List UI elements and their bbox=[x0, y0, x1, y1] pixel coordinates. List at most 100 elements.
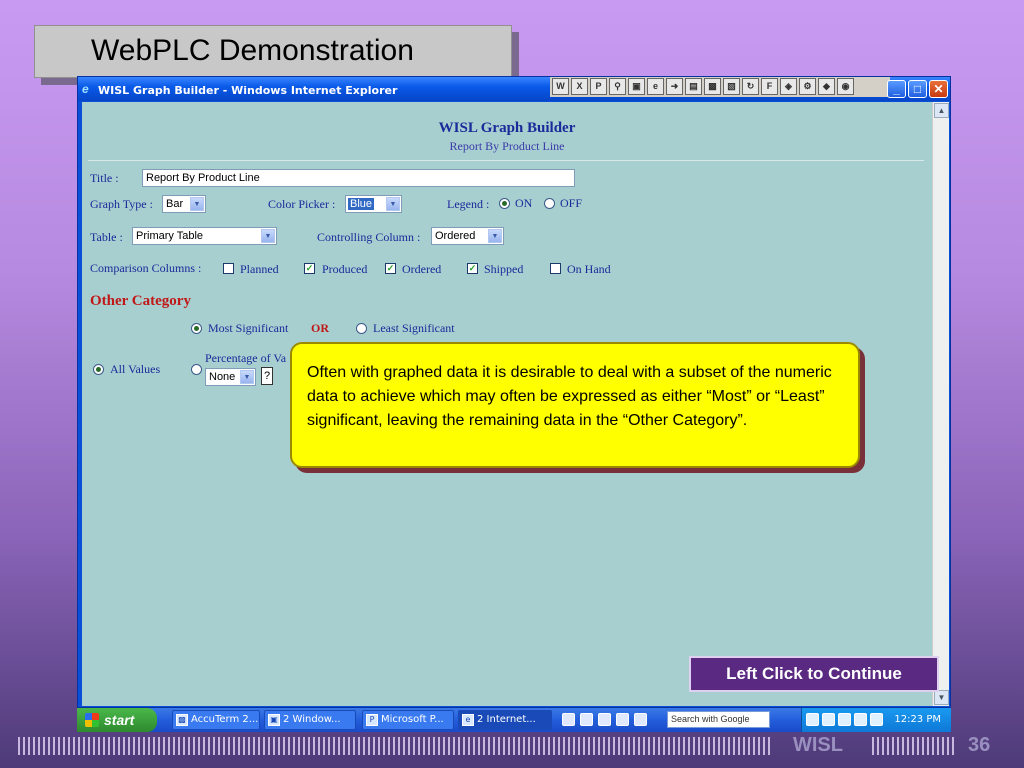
chevron-down-icon: ▼ bbox=[240, 370, 254, 384]
taskbar: start ▩ AccuTerm 2... ▣ 2 Window... P Mi… bbox=[77, 708, 951, 732]
powerpoint-icon[interactable]: P bbox=[590, 78, 607, 95]
help-icon[interactable] bbox=[634, 713, 647, 726]
percentage-radio[interactable] bbox=[191, 364, 202, 375]
app-subheading: Report By Product Line bbox=[449, 139, 565, 153]
color-picker-select[interactable]: Blue ▼ bbox=[345, 195, 402, 213]
title-input[interactable]: Report By Product Line bbox=[142, 169, 575, 187]
table-select[interactable]: Primary Table ▼ bbox=[132, 227, 277, 245]
help-button[interactable]: ? bbox=[261, 367, 273, 385]
ordered-label: Ordered bbox=[402, 262, 442, 276]
taskbar-item-accuterm[interactable]: ▩ AccuTerm 2... bbox=[172, 710, 260, 730]
security-icon[interactable] bbox=[854, 713, 867, 726]
windows-logo-icon bbox=[85, 713, 99, 727]
comparison-columns-label: Comparison Columns : bbox=[90, 261, 202, 275]
network-icon[interactable]: ◈ bbox=[780, 78, 797, 95]
close-button[interactable]: ✕ bbox=[929, 80, 948, 98]
system-tray: 12:23 PM bbox=[801, 708, 951, 732]
footer-decoration-left bbox=[18, 737, 770, 755]
color-picker-value: Blue bbox=[348, 198, 375, 210]
tools-icon[interactable]: ⚙ bbox=[799, 78, 816, 95]
keyboard-icon[interactable] bbox=[580, 713, 593, 726]
planned-checkbox[interactable] bbox=[223, 263, 234, 274]
start-button[interactable]: start bbox=[77, 708, 157, 732]
taskbar-item-label: 2 Internet... bbox=[477, 714, 536, 725]
search-icon[interactable]: ⚲ bbox=[609, 78, 626, 95]
network-icon[interactable] bbox=[838, 713, 851, 726]
vertical-scrollbar[interactable]: ▲ ▼ bbox=[932, 102, 949, 706]
taskbar-item-windows[interactable]: ▣ 2 Window... bbox=[264, 710, 356, 730]
ie-launch-icon[interactable]: e bbox=[647, 78, 664, 95]
percentage-label: Percentage of Va bbox=[205, 351, 287, 365]
produced-label: Produced bbox=[322, 262, 368, 276]
controlling-column-label: Controlling Column : bbox=[317, 230, 421, 244]
vpn-icon[interactable] bbox=[822, 713, 835, 726]
least-significant-label: Least Significant bbox=[373, 321, 455, 335]
on-hand-checkbox[interactable] bbox=[550, 263, 561, 274]
chevron-down-icon: ▼ bbox=[190, 197, 204, 211]
controlling-column-select[interactable]: Ordered ▼ bbox=[431, 227, 504, 245]
lightning-icon[interactable] bbox=[616, 713, 629, 726]
graph-type-select[interactable]: Bar ▼ bbox=[162, 195, 206, 213]
arrow-icon[interactable]: ➜ bbox=[666, 78, 683, 95]
shipped-checkbox[interactable]: ✓ bbox=[467, 263, 478, 274]
ie-icon: e bbox=[462, 714, 474, 726]
chevron-down-icon: ▼ bbox=[261, 229, 275, 243]
word-icon[interactable]: W bbox=[552, 78, 569, 95]
document-icon[interactable]: ▤ bbox=[685, 78, 702, 95]
back-icon[interactable] bbox=[806, 713, 819, 726]
all-values-radio[interactable] bbox=[93, 364, 104, 375]
excel-icon[interactable]: X bbox=[571, 78, 588, 95]
taskbar-item-label: 2 Window... bbox=[283, 714, 341, 725]
slide-title-box: WebPLC Demonstration bbox=[34, 25, 512, 78]
least-significant-radio[interactable] bbox=[356, 323, 367, 334]
legend-off-radio[interactable] bbox=[544, 198, 555, 209]
most-significant-label: Most Significant bbox=[208, 321, 289, 335]
palette-icon[interactable]: ◉ bbox=[837, 78, 854, 95]
taskbar-item-label: Microsoft P... bbox=[381, 714, 444, 725]
terminal-icon: ▩ bbox=[176, 714, 188, 726]
legend-label: Legend : bbox=[447, 197, 490, 211]
graph-type-label: Graph Type : bbox=[90, 197, 153, 211]
continue-button[interactable]: Left Click to Continue bbox=[689, 656, 939, 692]
maximize-button[interactable]: □ bbox=[908, 80, 927, 98]
start-label: start bbox=[104, 712, 135, 728]
footer-brand: WISL bbox=[793, 734, 843, 756]
ie-icon: e bbox=[82, 82, 89, 96]
planned-label: Planned bbox=[240, 262, 279, 276]
window-controls: _ □ ✕ bbox=[887, 80, 948, 98]
update-icon[interactable] bbox=[870, 713, 883, 726]
table-value: Primary Table bbox=[136, 230, 204, 242]
search-input[interactable]: Search with Google bbox=[667, 711, 770, 728]
taskbar-item-internet[interactable]: e 2 Internet... bbox=[458, 710, 552, 730]
chevron-down-icon: ▼ bbox=[488, 229, 502, 243]
app-heading: WISL Graph Builder bbox=[438, 120, 576, 136]
window-titlebar[interactable]: e WISL Graph Builder - Windows Internet … bbox=[78, 77, 950, 101]
pen-icon[interactable] bbox=[562, 713, 575, 726]
most-significant-radio[interactable] bbox=[191, 323, 202, 334]
ftp-icon[interactable]: F bbox=[761, 78, 778, 95]
minimize-button[interactable]: _ bbox=[887, 80, 906, 98]
legend-off-label: OFF bbox=[560, 196, 583, 210]
taskbar-item-microsoft[interactable]: P Microsoft P... bbox=[362, 710, 454, 730]
quick-toolbar: W X P ⚲ ▣ e ➜ ▤ ▩ ▧ ↻ F ◈ ⚙ ◆ ◉ bbox=[550, 77, 890, 97]
diamond-icon[interactable]: ◆ bbox=[818, 78, 835, 95]
chevron-down-icon: ▼ bbox=[386, 197, 400, 211]
legend-on-radio[interactable] bbox=[499, 198, 510, 209]
ordered-checkbox[interactable]: ✓ bbox=[385, 263, 396, 274]
refresh-icon[interactable]: ↻ bbox=[742, 78, 759, 95]
other-category-heading: Other Category bbox=[90, 293, 191, 309]
terminal-icon[interactable]: ▩ bbox=[704, 78, 721, 95]
window-title: WISL Graph Builder - Windows Internet Ex… bbox=[98, 84, 398, 97]
scroll-up-icon[interactable]: ▲ bbox=[934, 103, 949, 118]
folder-icon[interactable]: ▣ bbox=[628, 78, 645, 95]
percentage-value: None bbox=[209, 371, 236, 383]
produced-checkbox[interactable]: ✓ bbox=[304, 263, 315, 274]
tools-icon[interactable] bbox=[598, 713, 611, 726]
slide-title: WebPLC Demonstration bbox=[91, 34, 414, 67]
or-label: OR bbox=[311, 321, 329, 335]
monitor-icon[interactable]: ▧ bbox=[723, 78, 740, 95]
page-number: 36 bbox=[968, 734, 991, 756]
scroll-down-icon[interactable]: ▼ bbox=[934, 690, 949, 705]
explanation-callout: Often with graphed data it is desirable … bbox=[290, 342, 860, 468]
percentage-select[interactable]: None ▼ bbox=[205, 368, 256, 386]
